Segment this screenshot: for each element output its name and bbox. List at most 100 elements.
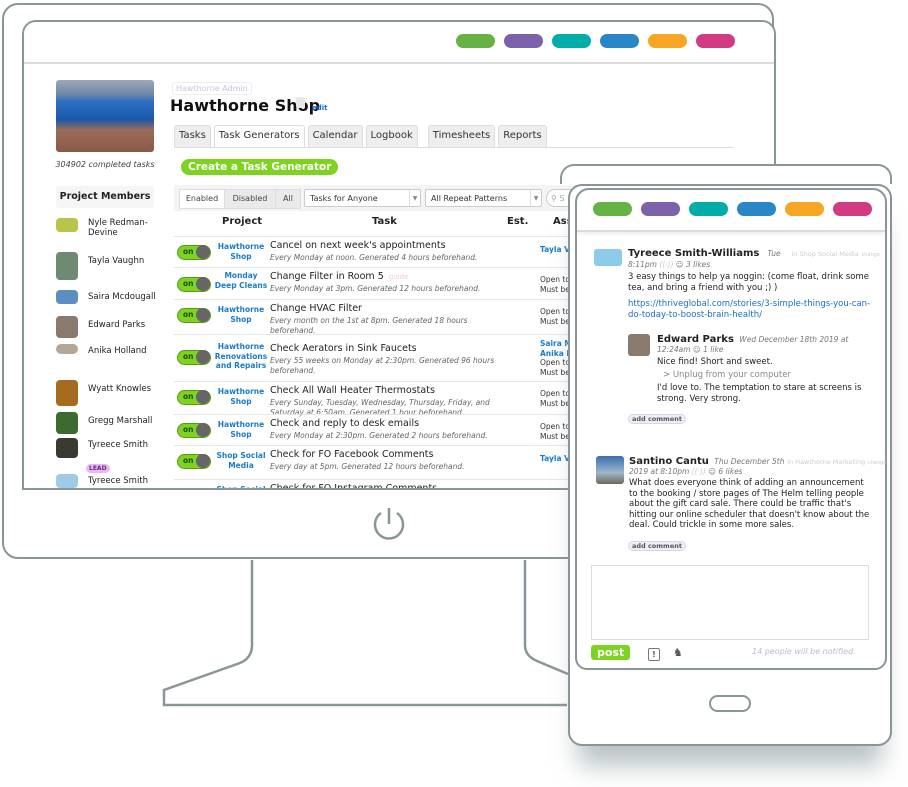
tab-timesheets[interactable]: Timesheets <box>427 125 496 148</box>
broadcast-icon: ((·)) <box>659 260 674 269</box>
assignee-cell: Open to Must be <box>540 307 570 326</box>
project-link[interactable]: Shop Social <box>214 485 268 488</box>
table-row[interactable]: on Shop Social Media Check for FO Facebook… <box>174 445 584 480</box>
toggle-knob <box>196 245 210 259</box>
column-header-est[interactable]: Est. <box>507 216 528 227</box>
table-row[interactable]: onShop SocialCheck for FO Instagram Comm… <box>174 479 584 490</box>
table-row[interactable]: on Hawthorne Shop Change HVAC Filter Every … <box>174 299 584 335</box>
task-title[interactable]: Check and reply to desk emails <box>270 418 419 429</box>
tab-task-generators[interactable]: Task Generators <box>213 125 305 148</box>
enabled-toggle[interactable]: on <box>177 423 211 438</box>
power-icon[interactable] <box>373 508 405 540</box>
table-row[interactable]: on Hawthorne Renovations and Repairs Check… <box>174 334 584 382</box>
project-link[interactable]: Hawthorne Renovations and Repairs <box>214 342 268 371</box>
comment: Edward Parks Wed December 18th 2019 at 1… <box>657 334 862 404</box>
comment-author[interactable]: Edward Parks <box>657 334 734 345</box>
task-schedule: Every month on the 1st at 8pm. Generated… <box>270 316 468 335</box>
project-link[interactable]: Hawthorne Shop <box>214 305 268 324</box>
tab-bar: Tasks Task Generators Calendar Logbook T… <box>174 125 547 148</box>
assignee-select[interactable]: Tasks for Anyone ▼ <box>304 189 421 207</box>
project-link[interactable]: Monday Deep Cleans <box>214 271 268 290</box>
comment-composer[interactable] <box>591 565 869 640</box>
column-header-project[interactable]: Project <box>222 216 262 227</box>
like-icon[interactable]: ☺ <box>708 467 716 476</box>
admin-tag[interactable]: Hawthorne Admin <box>172 82 252 95</box>
color-pill-green[interactable] <box>456 34 495 48</box>
color-pill-blue[interactable] <box>737 202 776 216</box>
filter-all[interactable]: All <box>275 189 301 209</box>
tab-logbook[interactable]: Logbook <box>365 125 418 148</box>
like-icon[interactable]: ☺ <box>676 260 684 269</box>
phone-home-button[interactable] <box>709 695 751 712</box>
assignee-note: Open to <box>540 389 570 398</box>
create-task-generator-button[interactable]: Create a Task Generator <box>181 159 339 175</box>
table-row[interactable]: on Hawthorne Shop Cancel on next week's ap… <box>174 236 584 268</box>
project-link[interactable]: Hawthorne Shop <box>214 242 268 261</box>
color-pill-teal[interactable] <box>689 202 728 216</box>
assignee-link[interactable]: Tayla V <box>540 245 570 255</box>
enabled-toggle[interactable]: on <box>177 245 211 260</box>
avatar <box>56 344 78 354</box>
alert-icon[interactable]: ! <box>648 648 660 661</box>
enabled-toggle[interactable]: on <box>177 454 211 469</box>
repeat-pattern-select[interactable]: All Repeat Patterns ▼ <box>425 189 542 207</box>
color-pill-blue[interactable] <box>600 34 639 48</box>
color-pill-teal[interactable] <box>552 34 591 48</box>
like-icon[interactable]: ☺ <box>693 345 701 354</box>
task-title[interactable]: Check for FO Facebook Comments <box>270 449 433 460</box>
mention-icon[interactable]: ♞ <box>673 646 683 659</box>
add-comment-button[interactable]: add comment <box>628 541 686 551</box>
post-body: What does everyone think of adding an an… <box>629 478 870 530</box>
tab-tasks[interactable]: Tasks <box>174 125 211 148</box>
post-body: 3 easy things to help ya noggin: (come f… <box>628 272 869 293</box>
post-author[interactable]: Santino Cantu <box>629 456 709 467</box>
enabled-toggle[interactable]: on <box>177 308 211 323</box>
table-row[interactable]: on Hawthorne Shop Check and reply to desk … <box>174 414 584 446</box>
color-pill-orange[interactable] <box>785 202 824 216</box>
table-row[interactable]: on Monday Deep Cleans Change Filter in Roo… <box>174 267 584 300</box>
tab-reports[interactable]: Reports <box>498 125 547 148</box>
color-pill-green[interactable] <box>593 202 632 216</box>
post-link[interactable]: https://thriveglobal.com/stories/3-simpl… <box>628 299 873 321</box>
project-link[interactable]: Hawthorne Shop <box>214 420 268 439</box>
color-pill-purple[interactable] <box>641 202 680 216</box>
color-pill-pink[interactable] <box>696 34 735 48</box>
assignee-note: Must be <box>540 431 570 441</box>
add-comment-button[interactable]: add comment <box>628 414 686 424</box>
filter-disabled[interactable]: Disabled <box>224 189 276 209</box>
avatar <box>56 218 78 232</box>
assignee-note: Must be <box>540 398 570 408</box>
enabled-toggle[interactable]: on <box>177 277 211 292</box>
task-title[interactable]: Check All Wall Heater Thermostats <box>270 385 435 396</box>
avatar <box>56 412 78 434</box>
toggle-knob <box>196 277 210 291</box>
avatar <box>56 290 78 304</box>
feed-post: Santino Cantu Thu December 5th in Hawtho… <box>629 456 887 530</box>
task-title[interactable]: Check for FO Instagram Comments <box>270 483 437 488</box>
column-header-task[interactable]: Task <box>372 216 397 227</box>
filter-enabled[interactable]: Enabled <box>179 189 225 209</box>
guide-link[interactable]: guide <box>389 273 409 281</box>
chevron-down-icon: ▼ <box>409 190 420 206</box>
post-button[interactable]: post <box>591 645 631 660</box>
project-link[interactable]: Hawthorne Shop <box>214 387 268 406</box>
assignee-link[interactable]: Tayla V <box>540 454 570 464</box>
enabled-toggle[interactable]: on <box>177 488 211 490</box>
task-title[interactable]: Cancel on next week's appointments <box>270 240 446 251</box>
post-author[interactable]: Tyreece Smith-Williams <box>628 248 759 259</box>
task-title[interactable]: Change HVAC Filter <box>270 303 362 314</box>
enabled-toggle[interactable]: on <box>177 390 211 405</box>
color-pill-orange[interactable] <box>648 34 687 48</box>
tab-calendar[interactable]: Calendar <box>307 125 363 148</box>
enabled-toggle[interactable]: on <box>177 350 211 365</box>
task-title[interactable]: Check Aerators in Sink Faucets <box>270 343 417 354</box>
edit-link[interactable]: edit <box>312 104 328 112</box>
color-pill-pink[interactable] <box>833 202 872 216</box>
project-link[interactable]: Shop Social Media <box>214 451 268 470</box>
chevron-down-icon: ▼ <box>530 190 541 206</box>
completed-tasks-count: 304902 completed tasks <box>55 160 155 169</box>
task-title[interactable]: Change Filter in Room 5 guide <box>270 271 408 282</box>
trash-icon[interactable] <box>296 97 305 108</box>
table-row[interactable]: on Hawthorne Shop Check All Wall Heater Th… <box>174 381 584 417</box>
color-pill-purple[interactable] <box>504 34 543 48</box>
